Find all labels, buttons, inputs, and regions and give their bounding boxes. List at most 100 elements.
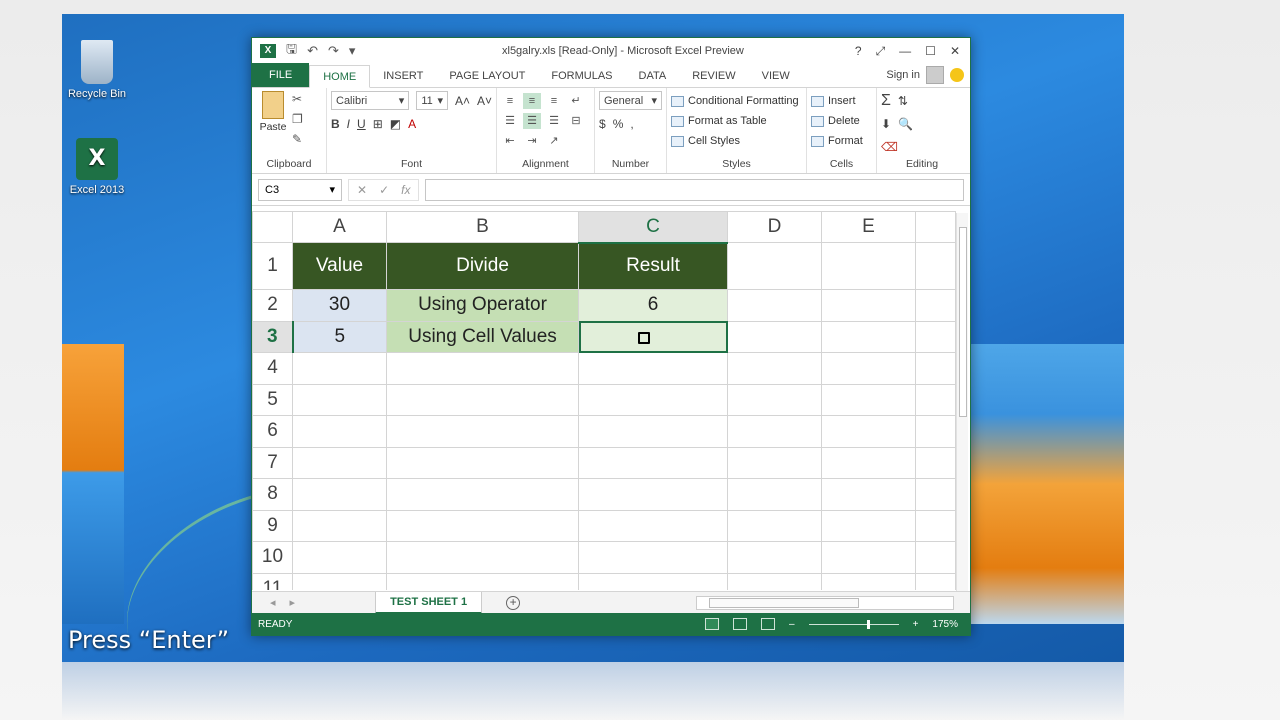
bold-button[interactable]: B xyxy=(331,117,340,131)
redo-icon[interactable]: ↷ xyxy=(328,43,339,59)
cell-e1[interactable] xyxy=(821,242,916,290)
column-header-b[interactable]: B xyxy=(386,211,579,243)
tab-insert[interactable]: INSERT xyxy=(370,65,436,87)
cell-a7[interactable] xyxy=(292,446,387,479)
cell-b6[interactable] xyxy=(386,415,579,448)
row-header-11[interactable]: 11 xyxy=(252,572,293,590)
name-box[interactable]: C3 ▾ xyxy=(258,178,342,201)
cell-d1[interactable] xyxy=(727,242,822,290)
align-right-icon[interactable]: ☰ xyxy=(545,113,563,129)
cell-c10[interactable] xyxy=(578,541,728,574)
cell-e11[interactable] xyxy=(821,572,916,590)
row-header-7[interactable]: 7 xyxy=(252,446,293,479)
cell-c2[interactable]: 6 xyxy=(578,289,728,322)
cell-f5[interactable] xyxy=(915,383,956,416)
zoom-out-button[interactable]: – xyxy=(789,619,795,630)
page-break-view-icon[interactable] xyxy=(761,618,776,630)
row-header-2[interactable]: 2 xyxy=(252,289,293,322)
cell-b9[interactable] xyxy=(386,509,579,542)
cell-a6[interactable] xyxy=(292,415,387,448)
formula-input[interactable] xyxy=(425,178,964,201)
fill-color-icon[interactable]: ◩ xyxy=(390,117,401,131)
middle-align-icon[interactable]: ≡ xyxy=(523,93,541,109)
orientation-icon[interactable]: ↗ xyxy=(545,133,563,149)
cell-d8[interactable] xyxy=(727,478,822,511)
cell-e6[interactable] xyxy=(821,415,916,448)
comma-button[interactable]: , xyxy=(630,117,633,131)
cell-f7[interactable] xyxy=(915,446,956,479)
cell-b4[interactable] xyxy=(386,352,579,385)
row-header-5[interactable]: 5 xyxy=(252,383,293,416)
cell-f2[interactable] xyxy=(915,289,956,322)
cell-f4[interactable] xyxy=(915,352,956,385)
column-header-d[interactable]: D xyxy=(727,211,822,243)
avatar[interactable] xyxy=(926,66,944,84)
cut-icon[interactable]: ✂ xyxy=(292,92,303,106)
cell-f11[interactable] xyxy=(915,572,956,590)
cell-e2[interactable] xyxy=(821,289,916,322)
bottom-align-icon[interactable]: ≡ xyxy=(545,93,563,109)
zoom-slider[interactable] xyxy=(808,619,899,629)
cell-b5[interactable] xyxy=(386,383,579,416)
select-all-corner[interactable] xyxy=(252,211,293,243)
sort-filter-icon[interactable]: ⇅ xyxy=(898,94,908,108)
desktop-icon-excel[interactable]: X Excel 2013 xyxy=(62,138,132,196)
close-button[interactable]: ✕ xyxy=(950,44,960,59)
maximize-button[interactable]: ☐ xyxy=(925,44,936,59)
cell-c3[interactable] xyxy=(578,320,728,353)
clear-icon[interactable]: ⌫ xyxy=(881,140,898,154)
delete-cells-button[interactable]: Delete xyxy=(811,111,872,131)
sheet-tab-test-sheet-1[interactable]: TEST SHEET 1 xyxy=(375,591,483,614)
decrease-indent-icon[interactable]: ⇤ xyxy=(501,133,519,149)
cell-e7[interactable] xyxy=(821,446,916,479)
cell-e8[interactable] xyxy=(821,478,916,511)
italic-button[interactable]: I xyxy=(347,117,350,131)
grow-font-button[interactable]: A˄ xyxy=(455,94,470,108)
tab-page-layout[interactable]: PAGE LAYOUT xyxy=(436,65,538,87)
cell-c4[interactable] xyxy=(578,352,728,385)
borders-icon[interactable]: ⊞ xyxy=(373,117,383,131)
insert-function-button[interactable]: fx xyxy=(401,183,410,197)
cell-styles-button[interactable]: Cell Styles xyxy=(671,131,802,151)
increase-indent-icon[interactable]: ⇥ xyxy=(523,133,541,149)
underline-button[interactable]: U xyxy=(357,117,366,131)
cell-c9[interactable] xyxy=(578,509,728,542)
cell-b1[interactable]: Divide xyxy=(386,242,579,290)
sign-in-link[interactable]: Sign in xyxy=(886,69,920,81)
vertical-scrollbar[interactable] xyxy=(956,213,968,591)
align-left-icon[interactable]: ☰ xyxy=(501,113,519,129)
shrink-font-button[interactable]: A˅ xyxy=(477,94,492,108)
cell-e5[interactable] xyxy=(821,383,916,416)
minimize-button[interactable]: — xyxy=(899,44,911,59)
cell-f8[interactable] xyxy=(915,478,956,511)
cell-e10[interactable] xyxy=(821,541,916,574)
conditional-formatting-button[interactable]: Conditional Formatting xyxy=(671,91,802,111)
fill-icon[interactable]: ⬇ xyxy=(881,117,891,131)
cell-d3[interactable] xyxy=(727,320,822,353)
merge-center-icon[interactable]: ⊟ xyxy=(567,113,585,129)
cell-c1[interactable]: Result xyxy=(578,242,728,290)
page-layout-view-icon[interactable] xyxy=(733,618,748,630)
row-header-4[interactable]: 4 xyxy=(252,352,293,385)
cell-f9[interactable] xyxy=(915,509,956,542)
wrap-text-icon[interactable]: ↵ xyxy=(567,93,585,109)
cell-f1[interactable] xyxy=(915,242,956,290)
percent-button[interactable]: % xyxy=(613,117,624,131)
next-sheet-icon[interactable]: ▸ xyxy=(290,596,296,609)
horizontal-scrollbar[interactable] xyxy=(696,596,954,610)
undo-icon[interactable]: ↶ xyxy=(307,43,318,59)
autosum-button[interactable]: Σ xyxy=(881,92,891,110)
top-align-icon[interactable]: ≡ xyxy=(501,93,519,109)
customize-qat-icon[interactable]: ▾ xyxy=(349,43,356,59)
add-sheet-button[interactable]: + xyxy=(506,595,521,610)
cell-c5[interactable] xyxy=(578,383,728,416)
feedback-smiley-icon[interactable] xyxy=(950,68,964,82)
format-painter-icon[interactable]: ✎ xyxy=(292,132,303,146)
cell-e3[interactable] xyxy=(821,320,916,353)
cell-a11[interactable] xyxy=(292,572,387,590)
cell-d4[interactable] xyxy=(727,352,822,385)
cell-c8[interactable] xyxy=(578,478,728,511)
cell-a9[interactable] xyxy=(292,509,387,542)
tab-home[interactable]: HOME xyxy=(309,65,371,88)
cell-a2[interactable]: 30 xyxy=(292,289,387,322)
